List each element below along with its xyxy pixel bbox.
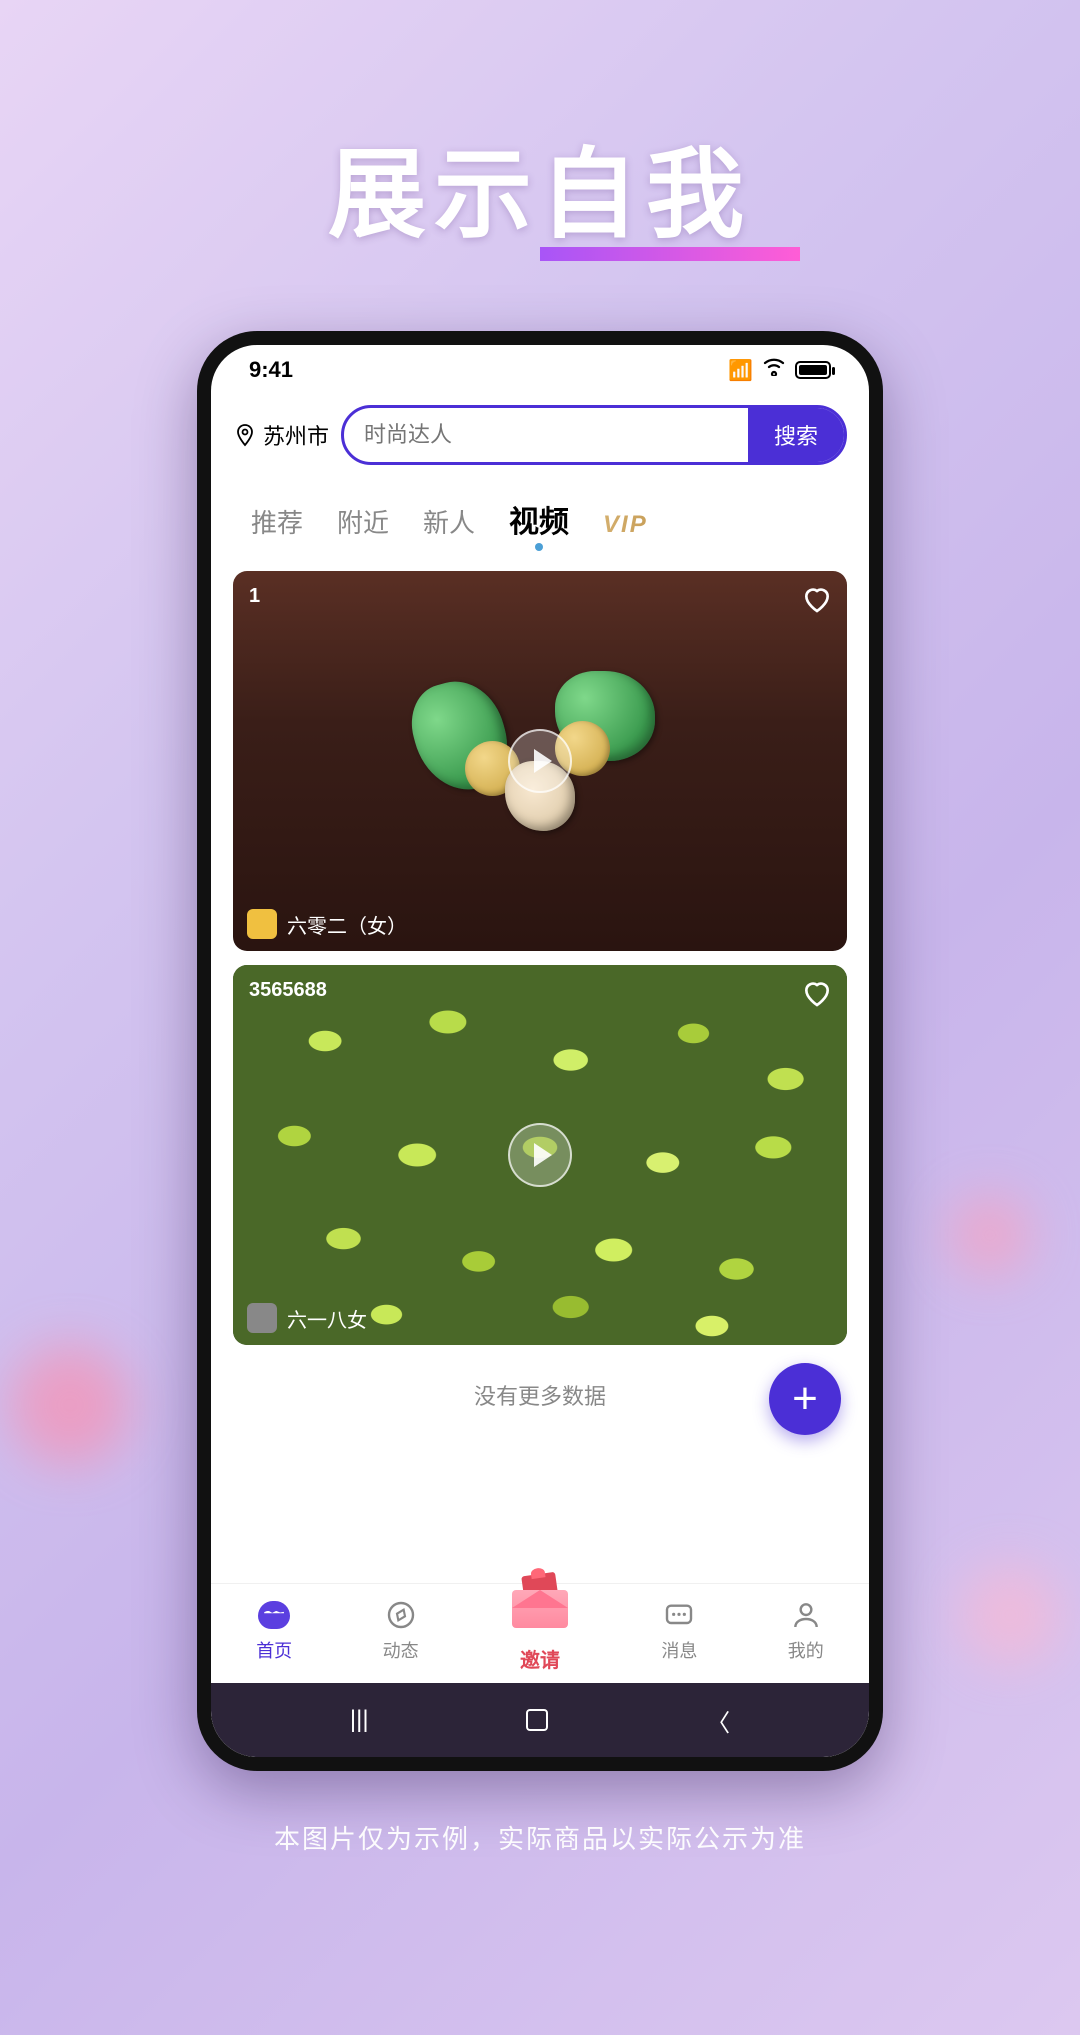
bottom-nav: 首页 动态 邀请 消息 [211,1583,869,1683]
hero-title: 展示自我 [0,115,1080,261]
author-name: 六一八女 [287,1304,367,1333]
location-icon [233,423,257,447]
battery-icon [795,361,831,379]
video-count: 1 [249,585,260,608]
video-card[interactable]: 1 六零二（女） [233,571,847,951]
category-tabs: 推荐 附近 新人 视频 VIP [211,483,869,553]
nav-messages[interactable]: 消息 [661,1597,697,1663]
add-fab[interactable]: + [769,1363,841,1435]
nav-home[interactable]: 首页 [256,1597,292,1663]
nav-mine[interactable]: 我的 [788,1597,824,1663]
search-button[interactable]: 搜索 [748,408,844,462]
message-icon [661,1597,697,1633]
video-author[interactable]: 六零二（女） [247,909,407,939]
android-back-button[interactable]: 〈 [706,1703,730,1738]
wifi-icon [763,358,785,382]
tab-vip[interactable]: VIP [603,511,648,539]
search-input[interactable] [344,422,748,448]
avatar [247,1303,277,1333]
nav-invite[interactable]: 邀请 [509,1586,571,1673]
android-nav-bar: ||| 〈 [211,1683,869,1757]
profile-icon [788,1597,824,1633]
like-button[interactable] [801,977,833,1009]
like-button[interactable] [801,583,833,615]
tab-video[interactable]: 视频 [509,497,569,541]
status-time: 9:41 [249,357,293,383]
android-home-button[interactable] [526,1709,548,1731]
search-row: 苏州市 搜索 [211,395,869,483]
home-icon [256,1597,292,1633]
avatar [247,909,277,939]
invite-icon [509,1574,571,1628]
play-button[interactable] [508,1123,572,1187]
video-card[interactable]: 3565688 六一八女 [233,965,847,1345]
android-recents-button[interactable]: ||| [350,1706,369,1734]
search-bar: 搜索 [341,405,847,465]
nav-feed[interactable]: 动态 [383,1597,419,1663]
tab-nearby[interactable]: 附近 [337,503,389,540]
compass-icon [383,1597,419,1633]
play-button[interactable] [508,729,572,793]
content-area: 1 六零二（女） 3565688 六一八女 [211,553,869,1583]
disclaimer-text: 本图片仅为示例，实际商品以实际公示为准 [0,1819,1080,1856]
video-author[interactable]: 六一八女 [247,1303,367,1333]
signal-icon: 📶 [728,358,753,383]
author-name: 六零二（女） [287,910,407,939]
phone-mockup: 9:41 📶 苏州市 搜索 推荐 附近 [197,331,883,1771]
location-label: 苏州市 [263,419,329,451]
no-more-text: 没有更多数据 [233,1359,847,1431]
location-selector[interactable]: 苏州市 [233,419,329,451]
tab-recommend[interactable]: 推荐 [251,503,303,540]
status-bar: 9:41 📶 [211,345,869,395]
video-count: 3565688 [249,979,327,1002]
tab-newcomer[interactable]: 新人 [423,503,475,540]
